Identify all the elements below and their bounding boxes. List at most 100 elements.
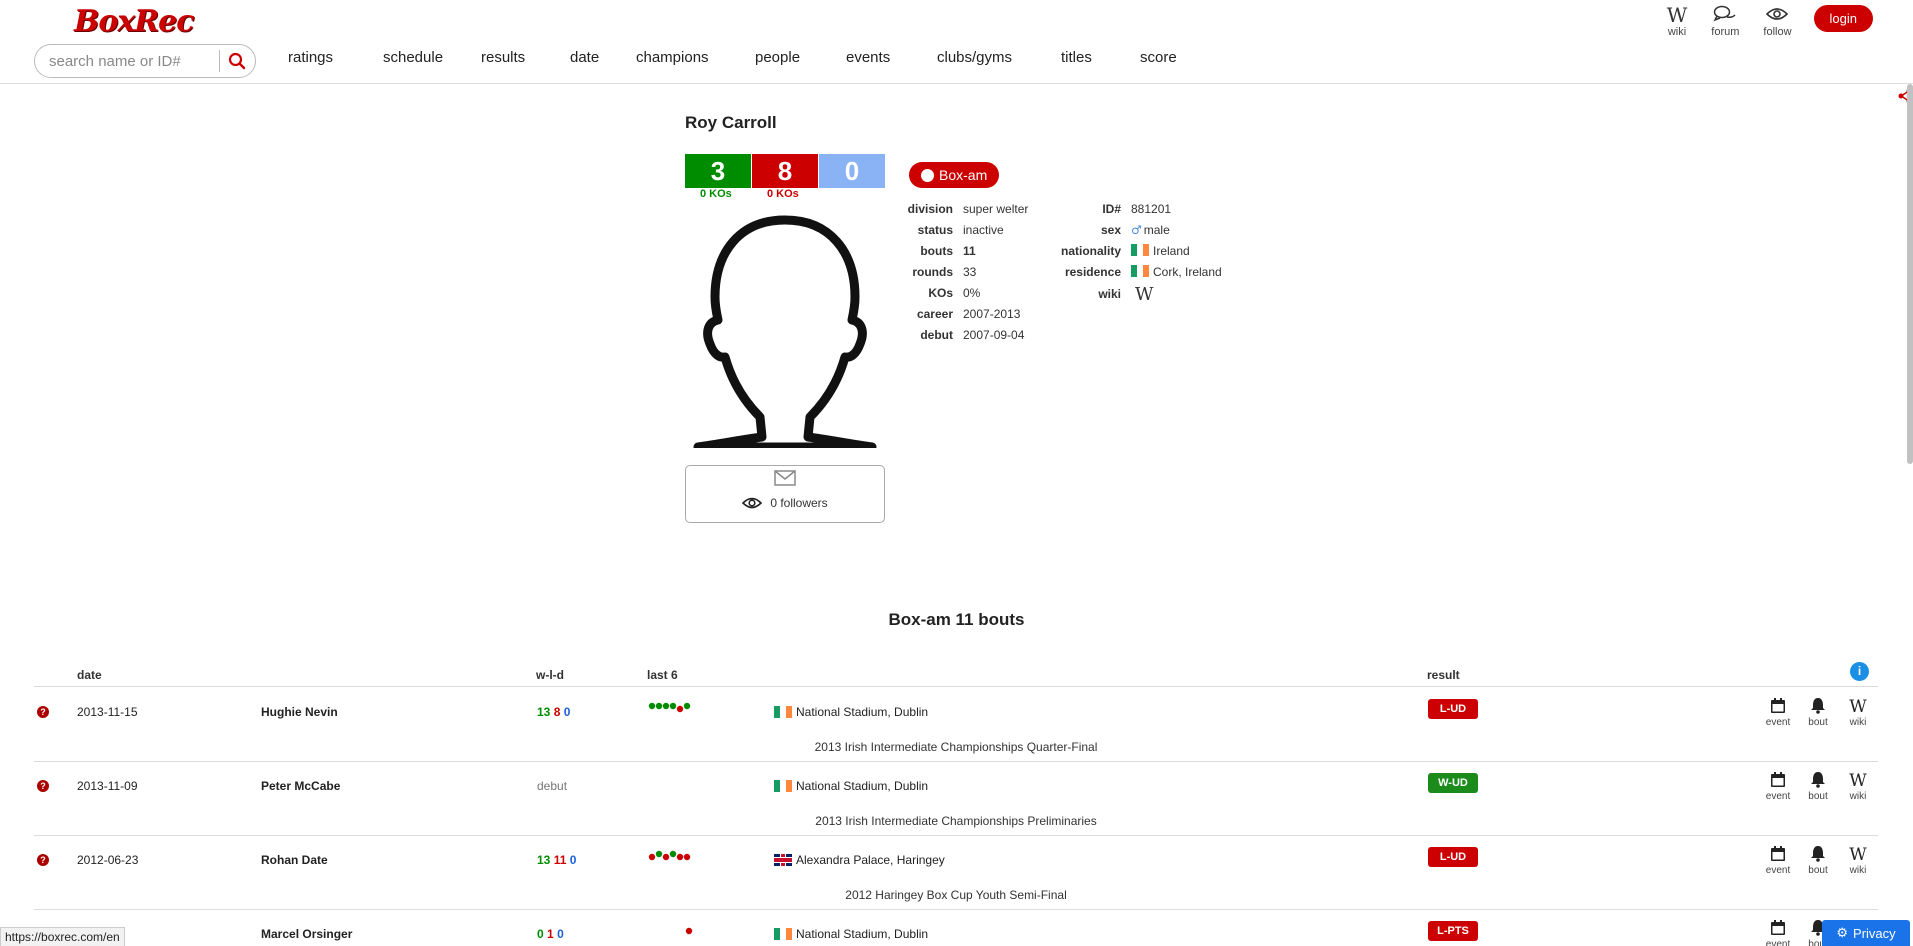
question-icon[interactable]: ? xyxy=(37,706,49,718)
table-row: ? 2013-11-09 Peter McCabe debut National… xyxy=(34,762,1878,836)
box-am-badge[interactable]: Box-am xyxy=(909,162,1000,188)
event-link[interactable]: event xyxy=(1758,845,1798,876)
header-follow[interactable]: follow xyxy=(1763,4,1792,38)
header-forum[interactable]: forum xyxy=(1711,4,1739,38)
page-scrollbar[interactable] xyxy=(1907,84,1913,464)
venue-name: National Stadium, Dublin xyxy=(796,705,929,719)
question-icon[interactable]: ? xyxy=(37,780,49,792)
event-link[interactable]: event xyxy=(1758,697,1798,728)
follow-box[interactable]: 0 followers xyxy=(685,465,885,523)
event-label: event xyxy=(1765,865,1791,876)
result-badge: L-UD xyxy=(1428,847,1478,867)
opponent-record: 0 1 0 xyxy=(537,927,564,941)
last6-dots xyxy=(648,850,691,861)
residence-label: residence xyxy=(1064,264,1121,279)
wiki-label: wiki xyxy=(1098,287,1121,301)
site-header: BoxRec ratings schedule results date cha… xyxy=(0,0,1913,84)
info-label: career xyxy=(916,306,953,321)
bouts-title: Box-am 11 bouts xyxy=(888,610,1025,629)
wikipedia-icon[interactable]: W xyxy=(1135,284,1154,305)
ireland-flag-icon xyxy=(774,706,792,718)
opponent-name[interactable]: Peter McCabe xyxy=(261,779,340,793)
forum-icon xyxy=(1713,4,1737,26)
wiki-link[interactable]: Wwiki xyxy=(1838,845,1878,876)
info-row: debut 2007-09-04 xyxy=(900,324,1028,345)
ireland-flag-icon xyxy=(774,780,792,792)
bout-date[interactable]: 2013-11-09 xyxy=(77,779,138,793)
privacy-label: Privacy xyxy=(1853,925,1896,941)
result-badge: W-UD xyxy=(1428,773,1478,793)
last6-win-dot xyxy=(662,702,670,710)
record-summary: 3 8 0 xyxy=(685,154,886,188)
nav-score[interactable]: score xyxy=(1140,49,1190,66)
info-row: status inactive xyxy=(900,219,1028,240)
nav-champions[interactable]: champions xyxy=(636,49,755,66)
wiki-link[interactable]: Wwiki xyxy=(1838,771,1878,802)
bout-date[interactable]: 2012-06-23 xyxy=(77,853,138,867)
nav-results[interactable]: results xyxy=(481,49,570,66)
event-link[interactable]: event xyxy=(1758,919,1798,946)
wiki-link[interactable]: Wwiki xyxy=(1838,697,1878,728)
wikipedia-icon: W xyxy=(1849,845,1867,865)
nav-titles[interactable]: titles xyxy=(1061,49,1140,66)
residence-value[interactable]: Cork, Ireland xyxy=(1153,265,1222,279)
last6-loss-dot xyxy=(685,927,693,935)
bout-venue[interactable]: National Stadium, Dublin xyxy=(774,705,928,719)
nav-schedule[interactable]: schedule xyxy=(383,49,481,66)
header-wiki[interactable]: W wiki xyxy=(1667,4,1688,38)
question-icon[interactable]: ? xyxy=(37,854,49,866)
login-button[interactable]: login xyxy=(1813,5,1873,32)
ireland-flag-icon xyxy=(774,928,792,940)
nav-events[interactable]: events xyxy=(846,49,937,66)
bout-link[interactable]: bout xyxy=(1798,697,1838,728)
info-label: KOs xyxy=(928,285,953,300)
boxer-info-right: ID# 881201 sex ♂ male nationality Ireland re… xyxy=(1060,198,1222,306)
bout-venue[interactable]: National Stadium, Dublin xyxy=(774,927,928,941)
bout-date[interactable]: 2013-11-15 xyxy=(77,705,138,719)
event-label: event xyxy=(1765,939,1791,946)
last6-win-dot xyxy=(648,702,656,710)
col-date: date xyxy=(77,668,102,682)
info-label: rounds xyxy=(912,264,953,279)
id-value: 881201 xyxy=(1131,201,1172,216)
followers-row[interactable]: 0 followers xyxy=(686,496,884,510)
event-name[interactable]: 2013 Irish Intermediate Championships Qu… xyxy=(34,740,1878,754)
search-icon[interactable] xyxy=(220,44,254,78)
nav-date[interactable]: date xyxy=(570,49,636,66)
wikipedia-icon: W xyxy=(1666,3,1688,27)
search-input[interactable] xyxy=(49,52,219,70)
col-wld: w-l-d xyxy=(536,668,564,682)
info-value: 2007-2013 xyxy=(963,306,1021,321)
row-actions: event bout Wwiki xyxy=(1758,845,1878,876)
info-value: 11 xyxy=(963,243,976,258)
info-row: rounds 33 xyxy=(900,261,1028,282)
info-value: 2007-09-04 xyxy=(963,327,1025,342)
event-name[interactable]: 2012 Haringey Box Cup Youth Semi-Final xyxy=(34,888,1878,902)
event-link[interactable]: event xyxy=(1758,771,1798,802)
bout-venue[interactable]: National Stadium, Dublin xyxy=(774,779,928,793)
bout-venue[interactable]: Alexandra Palace, Haringey xyxy=(774,853,945,867)
bout-link[interactable]: bout xyxy=(1798,771,1838,802)
nationality-value[interactable]: Ireland xyxy=(1153,244,1190,258)
opp-losses: 8 xyxy=(553,705,561,719)
draws-count: 0 xyxy=(819,154,885,188)
nav-clubs-gyms[interactable]: clubs/gyms xyxy=(937,49,1061,66)
nav-people[interactable]: people xyxy=(755,49,846,66)
bell-icon xyxy=(1810,771,1826,791)
event-label: event xyxy=(1765,791,1791,802)
privacy-button[interactable]: ⚙ Privacy xyxy=(1822,920,1910,946)
event-name[interactable]: 2013 Irish Intermediate Championships Pr… xyxy=(34,814,1878,828)
opponent-name[interactable]: Marcel Orsinger xyxy=(261,927,352,941)
bout-link[interactable]: bout xyxy=(1798,845,1838,876)
wikipedia-icon: W xyxy=(1849,697,1867,717)
opponent-name[interactable]: Hughie Nevin xyxy=(261,705,338,719)
opponent-name[interactable]: Rohan Date xyxy=(261,853,328,867)
nav-ratings[interactable]: ratings xyxy=(288,49,383,66)
id-label: ID# xyxy=(1102,201,1121,216)
venue-name: Alexandra Palace, Haringey xyxy=(796,853,945,867)
boxrec-logo[interactable]: BoxRec xyxy=(74,4,195,39)
table-row: ? 2013-11-15 Hughie Nevin 13 8 0 Nationa… xyxy=(34,688,1878,762)
envelope-icon[interactable] xyxy=(686,468,884,494)
uk-flag-icon xyxy=(774,854,792,866)
opp-draws: 0 xyxy=(569,853,577,867)
